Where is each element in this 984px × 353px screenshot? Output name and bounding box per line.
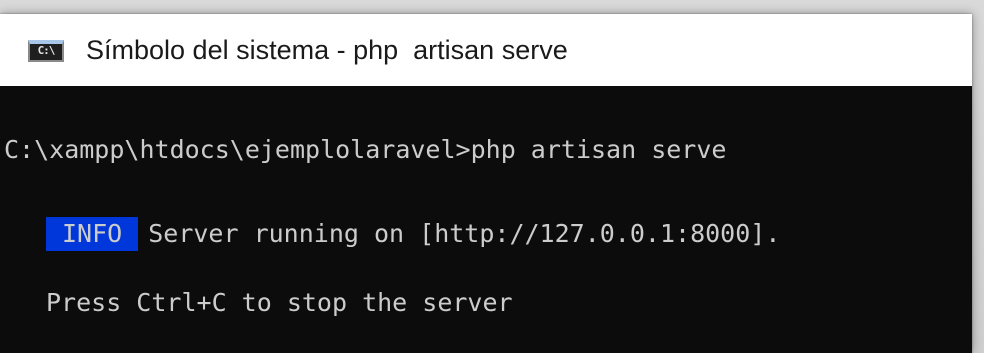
info-line: INFO Server running on [http://127.0.0.1:… (46, 216, 780, 252)
screenshot-frame: C:\ Símbolo del sistema - php artisan se… (0, 0, 984, 353)
command-prompt-window[interactable]: C:\ Símbolo del sistema - php artisan se… (0, 14, 972, 353)
title-bar[interactable]: C:\ Símbolo del sistema - php artisan se… (0, 14, 972, 86)
info-message: Server running on [http://127.0.0.1:8000… (148, 219, 781, 248)
info-badge: INFO (46, 217, 139, 251)
cmd-icon[interactable]: C:\ (28, 40, 64, 62)
console-area[interactable]: C:\xampp\htdocs\ejemplolaravel>php artis… (0, 86, 972, 353)
window-title: Símbolo del sistema - php artisan serve (86, 35, 568, 65)
hint-line: Press Ctrl+C to stop the server (46, 288, 513, 317)
prompt-line: C:\xampp\htdocs\ejemplolaravel>php artis… (4, 135, 727, 164)
